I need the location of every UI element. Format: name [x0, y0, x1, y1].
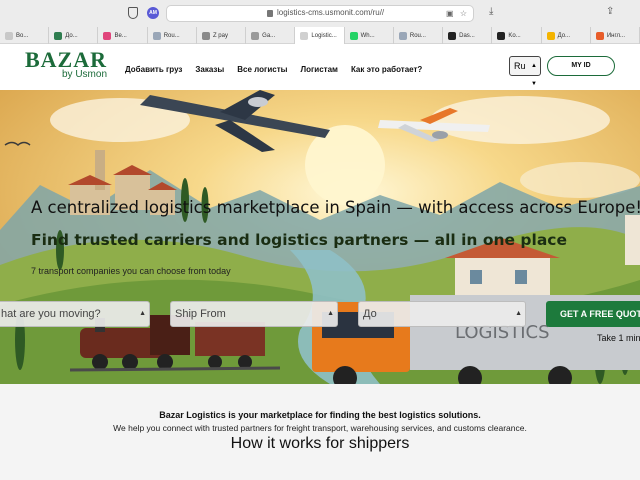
browser-toolbar: AM logistics-cms.usmonit.com/ru// ▣ ☆ ⤓ …: [0, 0, 640, 27]
nav-how-it-works[interactable]: Как это работает?: [351, 65, 422, 74]
nav-for-logisticians[interactable]: Логистам: [300, 65, 337, 74]
browser-tab[interactable]: Bo...: [0, 27, 50, 44]
tab-favicon-icon: [497, 31, 506, 40]
browser-tab[interactable]: Wh...: [345, 27, 394, 44]
browser-chrome: AM logistics-cms.usmonit.com/ru// ▣ ☆ ⤓ …: [0, 0, 640, 44]
address-bar[interactable]: logistics-cms.usmonit.com/ru// ▣ ☆: [166, 5, 474, 22]
hero-headline: A centralized logistics marketplace in S…: [31, 198, 640, 217]
tab-favicon-icon: [103, 31, 112, 40]
info-title: Bazar Logistics is your marketplace for …: [159, 410, 481, 420]
browser-tab[interactable]: Z pay: [197, 27, 247, 44]
browser-tab[interactable]: Logistic...: [295, 27, 345, 44]
get-quote-button[interactable]: GET A FREE QUOTE: [546, 301, 640, 327]
sun-shape: [305, 125, 385, 205]
extension-icon[interactable]: AM: [147, 7, 159, 19]
tab-favicon-icon: [251, 31, 260, 40]
tab-favicon-icon: [300, 31, 309, 40]
tab-label: Ga...: [262, 32, 276, 39]
download-icon[interactable]: ⤓: [489, 6, 493, 17]
main-nav: Добавить груз Заказы Все логисты Логиста…: [125, 65, 422, 74]
tab-label: Ингл...: [606, 32, 625, 39]
browser-tab[interactable]: Ko...: [492, 27, 542, 44]
select-arrows-icon: ▲▼: [515, 310, 522, 317]
language-select[interactable]: Ru ▲ ▼: [509, 56, 541, 87]
logo[interactable]: BAZAR by Usmon: [25, 47, 108, 81]
companies-count-text: 7 transport companies you can choose fro…: [31, 266, 231, 276]
select-arrows-icon: ▲▼: [139, 310, 146, 317]
ship-to-select[interactable]: До ▲▼: [358, 301, 526, 327]
info-text: We help you connect with trusted partner…: [113, 423, 527, 433]
browser-tab[interactable]: Das...: [443, 27, 493, 44]
tab-label: Ko...: [508, 32, 521, 39]
browser-tab[interactable]: До...: [542, 27, 591, 44]
ship-from-select[interactable]: Ship From ▲▼: [170, 301, 338, 327]
hero-section: LOGISTICS A centralized logistics market…: [0, 90, 640, 384]
tab-favicon-icon: [398, 31, 407, 40]
ship-from-placeholder: Ship From: [175, 308, 226, 320]
myid-button[interactable]: MY ID: [547, 56, 615, 76]
browser-tab[interactable]: До...: [49, 27, 99, 44]
tab-favicon-icon: [152, 31, 161, 40]
share-icon[interactable]: ⇪: [606, 6, 614, 17]
info-section: Bazar Logistics is your marketplace for …: [0, 384, 640, 480]
how-it-works-heading: How it works for shippers: [230, 435, 410, 452]
select-arrows-icon: ▲▼: [531, 63, 537, 87]
tab-favicon-icon: [5, 31, 13, 40]
tab-label: Z pay: [212, 32, 228, 39]
tab-favicon-icon: [201, 31, 210, 40]
tab-label: Rou...: [409, 32, 426, 39]
address-bar-icons[interactable]: ▣ ☆: [446, 9, 469, 18]
lock-icon: [267, 10, 273, 17]
tab-favicon-icon: [349, 31, 358, 40]
url-text: logistics-cms.usmonit.com/ru//: [277, 8, 385, 17]
language-value: Ru: [514, 61, 526, 71]
nav-all-logisticians[interactable]: Все логисты: [237, 65, 287, 74]
tab-label: Logistic...: [311, 32, 337, 39]
browser-tab[interactable]: Rou...: [394, 27, 444, 44]
take-time-text: Take 1 minu: [597, 333, 640, 343]
browser-tab[interactable]: Be...: [98, 27, 148, 44]
select-arrows-icon: ▲▼: [327, 310, 334, 317]
tab-label: Be...: [114, 32, 127, 39]
tab-label: Wh...: [360, 32, 375, 39]
tab-label: До...: [557, 32, 571, 39]
shield-icon[interactable]: [128, 7, 138, 19]
tab-favicon-icon: [448, 31, 457, 40]
hero-subline: Find trusted carriers and logistics part…: [31, 231, 567, 249]
nav-orders[interactable]: Заказы: [195, 65, 224, 74]
browser-tab[interactable]: Ga...: [246, 27, 296, 44]
tab-strip: Bo... До... Be... Rou... Z pay Ga... Logistic.…: [0, 27, 640, 44]
browser-tab[interactable]: Ингл...: [591, 27, 640, 44]
tab-favicon-icon: [54, 31, 63, 40]
browser-tab[interactable]: Rou...: [148, 27, 197, 44]
tab-favicon-icon: [595, 31, 604, 40]
cargo-select[interactable]: hat are you moving? ▲▼: [0, 301, 150, 327]
nav-add-cargo[interactable]: Добавить груз: [125, 65, 182, 74]
tab-favicon-icon: [546, 31, 555, 40]
tab-label: Bo...: [16, 32, 29, 39]
cargo-placeholder: hat are you moving?: [1, 308, 101, 320]
ship-to-placeholder: До: [363, 308, 377, 320]
tab-label: Das...: [459, 32, 475, 39]
site-header: BAZAR by Usmon Добавить груз Заказы Все …: [0, 44, 640, 90]
tab-label: До...: [65, 32, 78, 39]
logo-main: BAZAR: [25, 47, 108, 72]
tab-label: Rou...: [163, 32, 180, 39]
